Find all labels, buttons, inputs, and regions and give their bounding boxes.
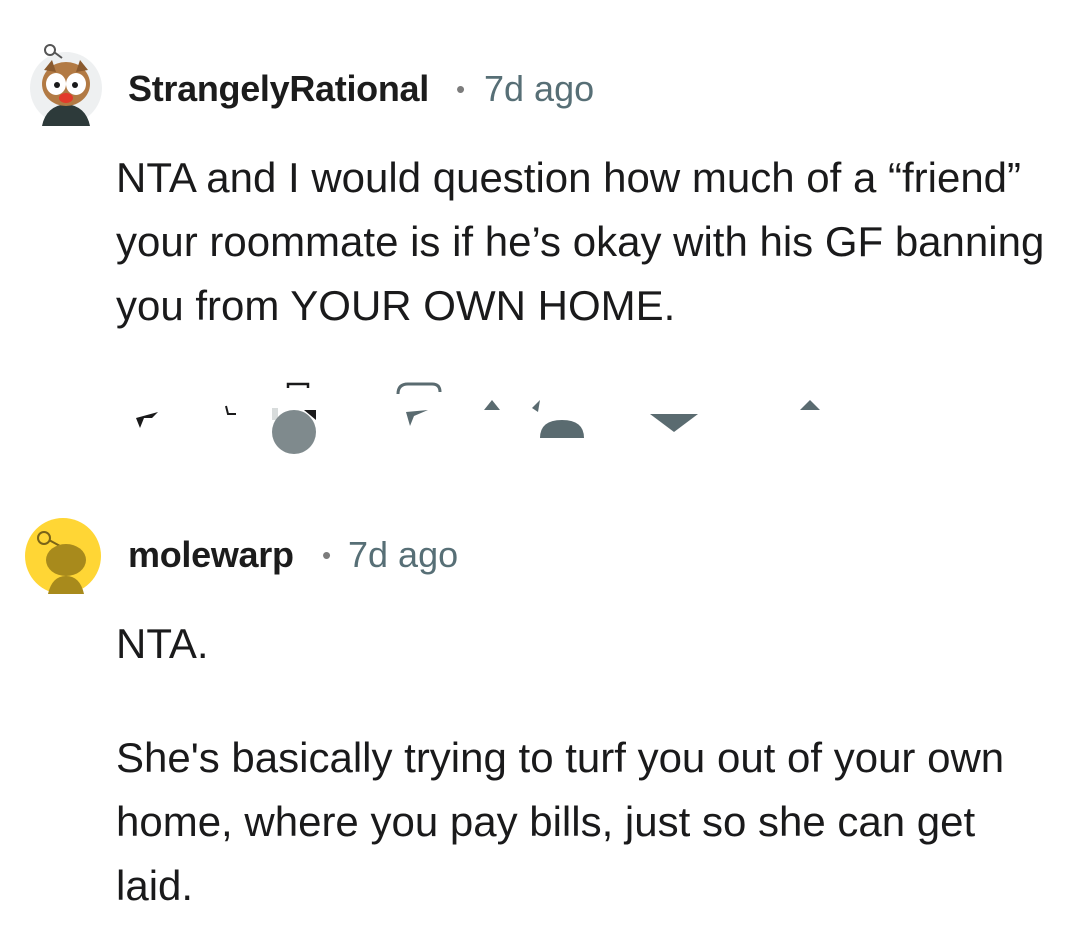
upvote-icon[interactable] (136, 412, 158, 428)
comment-paragraph: NTA. (116, 620, 209, 667)
comment-body: She's basically trying to turf you out o… (116, 726, 1056, 918)
comment-author[interactable]: StrangelyRational (128, 68, 429, 110)
comment: molewarp • 7d ago NTA. She's basically t… (0, 514, 1080, 909)
comment-timestamp: 7d ago (348, 534, 459, 575)
share-icon[interactable] (650, 414, 698, 432)
comment-text: NTA and I would question how much of a “… (116, 154, 1045, 329)
meta-separator: • (322, 540, 332, 570)
comment-header: StrangelyRational • 7d ago (0, 40, 1080, 130)
downvote-icon[interactable] (272, 382, 316, 454)
award-icon[interactable] (484, 400, 584, 438)
meta-separator: • (456, 74, 466, 104)
vote-score-glyph (225, 405, 236, 415)
reply-icon[interactable] (396, 382, 442, 426)
comment-body: NTA. (116, 612, 1056, 676)
more-options-icon[interactable] (800, 400, 820, 410)
snoo-avatar-icon[interactable] (24, 516, 102, 596)
comment-author[interactable]: molewarp (128, 534, 294, 576)
comment-body: NTA and I would question how much of a “… (116, 146, 1056, 338)
owl-avatar-icon[interactable] (28, 40, 104, 126)
comment: StrangelyRational • 7d ago NTA and I wou… (0, 40, 1080, 454)
comment-paragraph: She's basically trying to turf you out o… (116, 734, 1005, 909)
comment-action-bar (136, 382, 820, 454)
comment-header: molewarp • 7d ago (0, 514, 1080, 604)
comment-timestamp: 7d ago (484, 68, 595, 109)
